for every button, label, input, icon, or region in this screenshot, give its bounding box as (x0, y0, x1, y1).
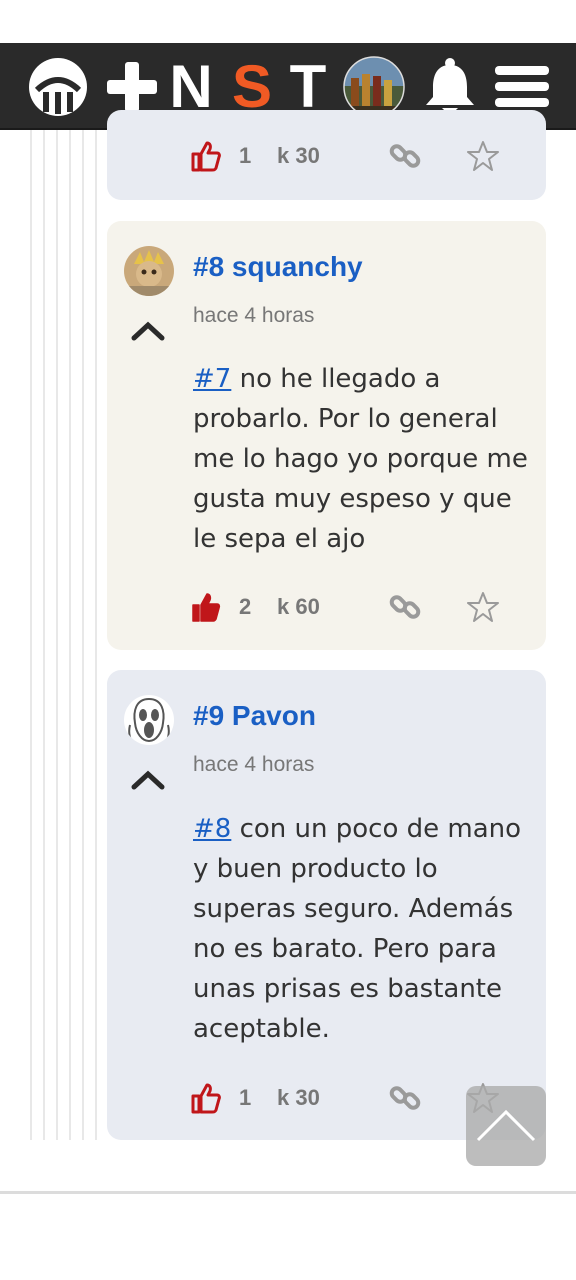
thread-indent-lines (0, 130, 100, 1140)
thread-line (95, 130, 97, 1140)
karma-value: k 60 (277, 594, 320, 619)
link-button[interactable] (389, 138, 421, 174)
karma-value: k 30 (277, 1085, 320, 1110)
comment-card: #8 squanchy hace 4 horas #7 no he llegad… (107, 221, 546, 650)
reply-reference-link[interactable]: #7 (193, 364, 231, 394)
comment-text: con un poco de mano y buen producto lo s… (193, 814, 522, 1044)
favorite-button[interactable] (467, 138, 499, 174)
comment-time: hace 4 horas (193, 304, 315, 327)
like-count: 2 (239, 594, 252, 619)
nav-tab-n-label: N (169, 52, 213, 120)
like-count: 1 (239, 143, 252, 168)
comment-author[interactable]: #8 squanchy (193, 251, 363, 283)
thread-line (82, 130, 84, 1140)
comment-card: #9 Pavon hace 4 horas #8 con un poco de … (107, 670, 546, 1140)
thread-line (56, 130, 58, 1140)
scroll-to-top-button[interactable] (466, 1086, 546, 1166)
nav-tab-t-label: T (289, 52, 327, 120)
like-button[interactable] (191, 589, 221, 625)
nav-tab-s-label: S (231, 52, 273, 120)
comment-body: #7 no he llegado a probarlo. Por lo gene… (193, 359, 533, 559)
chevron-up-icon (131, 321, 165, 341)
avatar[interactable] (124, 246, 174, 296)
comment-actions: 1 k 30 (191, 138, 521, 174)
comment-card: 1 k 30 (107, 110, 546, 200)
collapse-button[interactable] (129, 319, 167, 341)
comment-time: hace 4 horas (193, 753, 315, 776)
karma-value: k 30 (277, 143, 320, 168)
thread-line (30, 130, 32, 1140)
comment-body: #8 con un poco de mano y buen producto l… (193, 809, 533, 1049)
thumbs-up-outline-icon (191, 1083, 221, 1114)
logo-icon[interactable] (24, 43, 92, 130)
link-button[interactable] (389, 589, 421, 625)
thumbs-up-outline-icon (191, 141, 221, 172)
avatar[interactable] (124, 695, 174, 745)
thumbs-up-filled-icon (192, 593, 221, 622)
link-icon (389, 144, 421, 168)
comment-actions: 2 k 60 (191, 589, 521, 625)
reply-reference-link[interactable]: #8 (193, 814, 231, 844)
like-button[interactable] (191, 1080, 221, 1116)
chevron-up-icon (476, 1109, 536, 1142)
favorite-button[interactable] (467, 589, 499, 625)
comment-author[interactable]: #9 Pavon (193, 700, 316, 732)
footer-divider (0, 1191, 576, 1194)
link-icon (389, 1086, 421, 1110)
like-button[interactable] (191, 138, 221, 174)
thread-line (69, 130, 71, 1140)
like-count: 1 (239, 1085, 252, 1110)
chevron-up-icon (131, 770, 165, 790)
star-outline-icon (467, 592, 499, 622)
star-outline-icon (467, 141, 499, 171)
link-button[interactable] (389, 1080, 421, 1116)
thread-line (43, 130, 45, 1140)
link-icon (389, 595, 421, 619)
comment-text: no he llegado a probarlo. Por lo general… (193, 364, 528, 554)
collapse-button[interactable] (129, 768, 167, 790)
